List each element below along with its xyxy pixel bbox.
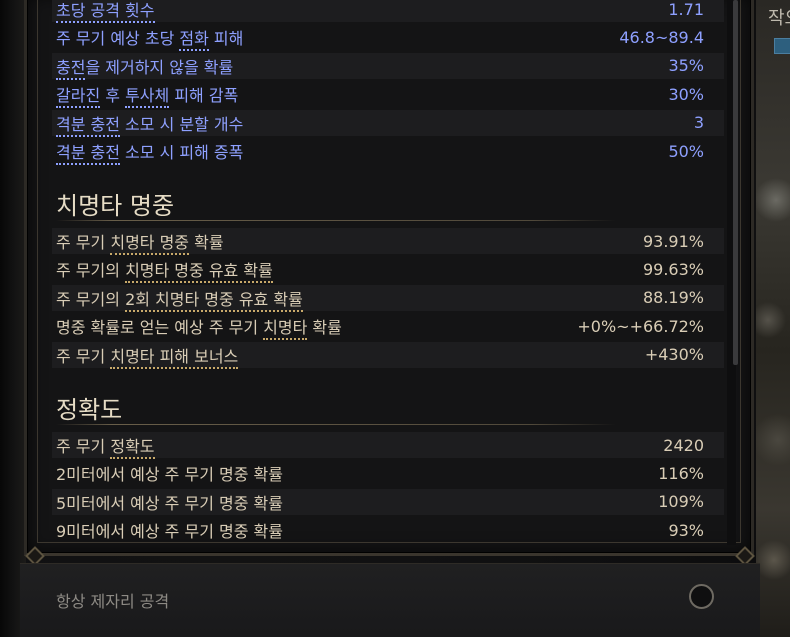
stat-label-text: 소모 시 분할 개수: [119, 114, 244, 134]
stat-row: 주 무기 정확도 2420: [52, 432, 724, 459]
stat-row: 5미터에서 예상 주 무기 명중 확률 109%: [52, 488, 724, 515]
keyword-tooltip[interactable]: 점화: [179, 29, 209, 52]
stat-label-text: 확률: [307, 318, 342, 338]
stat-label: 주 무기 정확도: [56, 433, 155, 459]
stat-value: 46.8~89.4: [619, 27, 704, 47]
scrollbar-thumb[interactable]: [733, 0, 738, 365]
stat-value: 88.19%: [642, 288, 704, 308]
stat-label: 명중 확률로 얻는 예상 주 무기 치명타 확률: [56, 314, 342, 341]
stat-label: 5미터에서 예상 주 무기 명중 확률: [56, 490, 283, 514]
stat-value: 30%: [668, 84, 704, 104]
stat-value: 2420: [663, 435, 704, 455]
keyword-tooltip[interactable]: 치명타 명중: [110, 233, 190, 255]
keyword-tooltip[interactable]: 초당 공격 횟수: [56, 1, 155, 23]
stat-label-text: 주 무기의: [56, 289, 126, 309]
stat-value: +430%: [644, 345, 704, 365]
stat-row: 주 무기 치명타 피해 보너스 +430%: [52, 341, 724, 369]
stat-row: 격분 충전 소모 시 분할 개수 3: [52, 109, 724, 137]
stat-label-text: 확률: [189, 233, 224, 252]
stat-label: 9미터에서 예상 주 무기 명중 확률: [56, 518, 283, 542]
section-title-crit: 치명타 명중: [56, 192, 175, 220]
stat-row: 갈라진 후 투사체 피해 감폭 30%: [52, 81, 724, 109]
stat-value: 3: [693, 113, 704, 133]
keyword-tooltip[interactable]: 격분 충전: [56, 114, 120, 137]
stat-value: 93.91%: [642, 231, 704, 251]
stat-row: 주 무기의 치명타 명중 유효 확률 99.63%: [52, 256, 724, 284]
stat-value: 99.63%: [642, 259, 704, 279]
stat-label: 초당 공격 횟수: [56, 0, 155, 23]
stat-label: 주 무기 치명타 피해 보너스: [56, 343, 239, 369]
stat-value: 1.71: [668, 0, 704, 19]
stat-value: 93%: [668, 520, 704, 540]
section-title-accuracy: 정확도: [56, 396, 123, 424]
keyword-tooltip[interactable]: 치명타 피해 보너스: [110, 346, 239, 369]
keyword-tooltip[interactable]: 충전: [56, 57, 86, 80]
stat-label-text: 2미터에서 예상 주 무기 명중 확률: [56, 465, 283, 485]
stat-label: 주 무기 예상 초당 점화 피해: [56, 25, 244, 52]
stat-row: 주 무기의 2회 치명타 명중 유효 확률 88.19%: [52, 284, 724, 312]
stat-label-text: 후: [100, 86, 126, 106]
stat-value: 109%: [658, 492, 704, 512]
stat-label: 주 무기의 치명타 명중 유효 확률: [56, 257, 273, 284]
left-border: [0, 0, 26, 637]
section-divider-crit: [56, 220, 616, 221]
stat-label-text: 주 무기 예상 초당: [56, 29, 180, 49]
stat-label-text: 피해 감폭: [169, 86, 239, 106]
background-banner: [774, 38, 790, 54]
stat-label: 2미터에서 예상 주 무기 명중 확률: [56, 461, 283, 485]
stat-label-text: 주 무기의: [56, 261, 126, 281]
stat-row: 주 무기 치명타 명중 확률 93.91%: [52, 228, 724, 255]
stat-row: 주 무기 예상 초당 점화 피해 46.8~89.4: [52, 24, 724, 52]
background-edge-text: 작오: [768, 8, 790, 29]
always-attack-in-place-label: 항상 제자리 공격: [56, 592, 170, 611]
stat-label-text: 명중 확률로 얻는 예상 주 무기: [56, 318, 264, 338]
stat-value: 116%: [658, 463, 704, 483]
stat-label-text: 5미터에서 예상 주 무기 명중 확률: [56, 493, 283, 513]
stat-label: 격분 충전 소모 시 분할 개수: [56, 111, 244, 137]
stat-label: 주 무기의 2회 치명타 명중 유효 확률: [56, 286, 303, 312]
keyword-tooltip[interactable]: 2회 치명타 명중 유효 확률: [125, 289, 303, 312]
stat-label-text: 을 제거하지 않을 확률: [85, 57, 234, 77]
stat-row: 초당 공격 횟수 1.71: [52, 0, 724, 23]
stat-label-text: 9미터에서 예상 주 무기 명중 확률: [56, 522, 283, 542]
stat-value: 50%: [668, 141, 704, 161]
stat-label: 주 무기 치명타 명중 확률: [56, 229, 224, 255]
keyword-tooltip[interactable]: 격분 충전: [56, 143, 120, 165]
stat-row: 2미터에서 예상 주 무기 명중 확률 116%: [52, 460, 724, 486]
keyword-tooltip[interactable]: 치명타 명중 유효 확률: [125, 261, 273, 284]
always-attack-in-place-toggle[interactable]: [689, 584, 714, 609]
stat-label-text: 소모 시 피해 증폭: [119, 143, 244, 162]
stat-label: 격분 충전 소모 시 피해 증폭: [56, 139, 244, 165]
stat-row: 명중 확률로 얻는 예상 주 무기 치명타 확률 +0%~+66.72%: [52, 313, 724, 341]
stats-screen: 작오 초당 공격 횟수 1.71 주 무기 예상 초당 점화 피해 46.8~89.4…: [0, 0, 790, 637]
stat-value: 35%: [668, 56, 704, 76]
section-divider-accuracy: [56, 424, 616, 425]
keyword-tooltip[interactable]: 치명타: [263, 318, 308, 341]
keyword-tooltip[interactable]: 정확도: [110, 437, 155, 459]
stat-label-text: 주 무기: [56, 437, 111, 456]
stat-row: 9미터에서 예상 주 무기 명중 확률 93%: [52, 517, 724, 543]
keyword-tooltip[interactable]: 갈라진: [56, 86, 101, 109]
stat-label-text: 주 무기: [56, 346, 111, 366]
stat-row: 격분 충전 소모 시 피해 증폭 50%: [52, 138, 724, 165]
stat-label-text: 피해: [208, 29, 244, 49]
background-art: 작오: [756, 0, 790, 637]
stat-label-text: 주 무기: [56, 233, 111, 252]
stat-label: 충전을 제거하지 않을 확률: [56, 54, 234, 80]
stat-value: +0%~+66.72%: [577, 316, 704, 336]
stat-label: 갈라진 후 투사체 피해 감폭: [56, 82, 239, 109]
keyword-tooltip[interactable]: 투사체: [125, 86, 170, 109]
stat-row: 충전을 제거하지 않을 확률 35%: [52, 52, 724, 80]
